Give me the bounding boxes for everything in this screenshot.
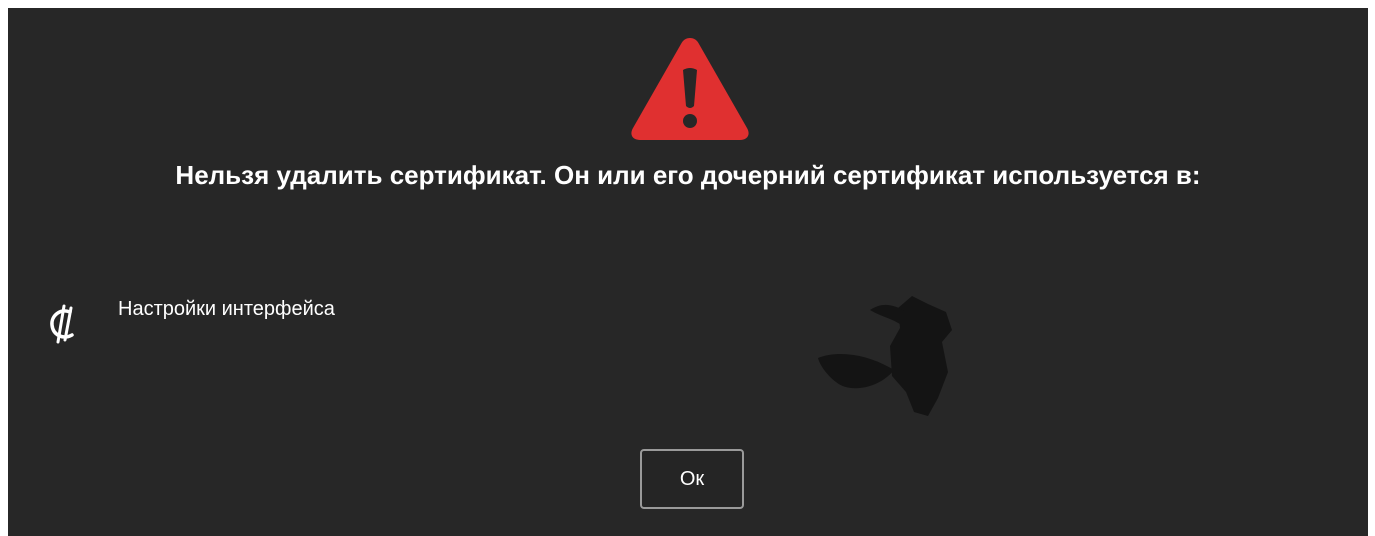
- interface-settings-icon: [50, 304, 74, 344]
- fox-mascot-silhouette: [818, 296, 952, 416]
- dialog-title: Нельзя удалить сертификат. Он или его до…: [175, 160, 1201, 190]
- ok-button[interactable]: Ок: [640, 449, 744, 509]
- dialog-overlay: Нельзя удалить сертификат. Он или его до…: [8, 8, 1368, 536]
- warning-triangle-icon: [631, 38, 749, 140]
- usage-label: Настройки интерфейса: [118, 298, 335, 320]
